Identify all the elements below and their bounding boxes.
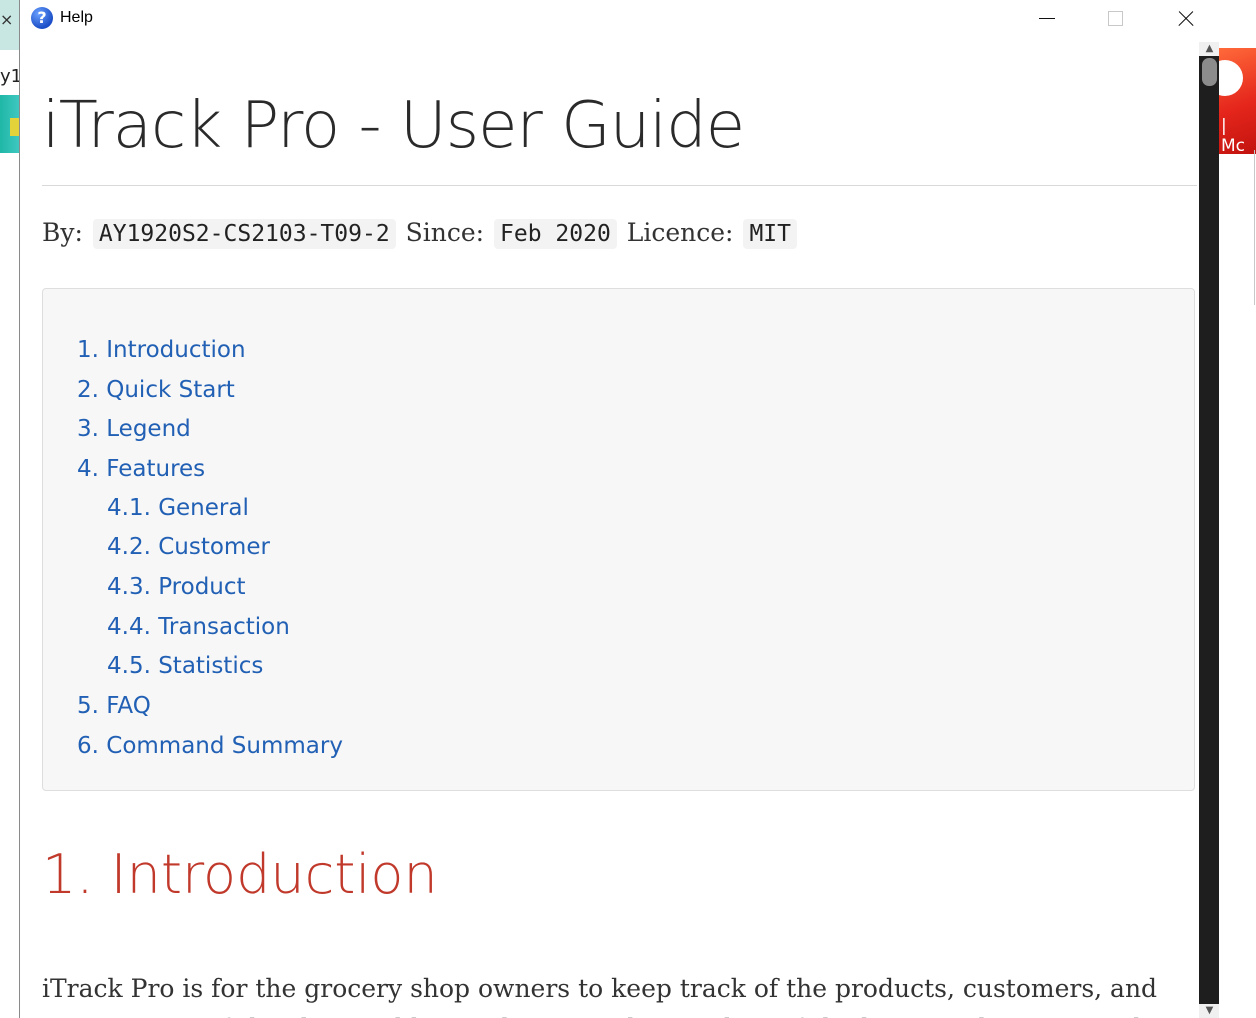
- table-of-contents: 1. Introduction 2. Quick Start 3. Legend…: [42, 288, 1195, 791]
- background-app-right: | Mc: [1219, 0, 1256, 1018]
- window-title: Help: [60, 9, 93, 26]
- toc-link-faq[interactable]: 5. FAQ: [77, 693, 151, 719]
- toc-link-transaction[interactable]: 4.4. Transaction: [107, 614, 290, 640]
- background-app-left: × y1: [0, 0, 19, 1018]
- licence-label: Licence:: [626, 218, 734, 247]
- vertical-scrollbar[interactable]: ▲ ▼: [1199, 42, 1219, 1018]
- by-label: By:: [42, 218, 83, 247]
- title-bar[interactable]: ? Help: [20, 0, 1219, 38]
- background-divider: [1254, 150, 1255, 305]
- licence-value: MIT: [743, 219, 797, 249]
- document-byline: By: AY1920S2-CS2103-T09-2 Since: Feb 202…: [42, 218, 799, 249]
- background-accent: [10, 118, 19, 136]
- toc-link-legend[interactable]: 3. Legend: [77, 416, 191, 442]
- toc-link-quick-start[interactable]: 2. Quick Start: [77, 377, 235, 403]
- toc-link-features[interactable]: 4. Features: [77, 456, 205, 482]
- team-code: AY1920S2-CS2103-T09-2: [92, 219, 396, 249]
- minimize-icon: [1039, 18, 1055, 19]
- document-viewport[interactable]: iTrack Pro - User Guide By: AY1920S2-CS2…: [20, 38, 1199, 1018]
- scroll-down-arrow-icon[interactable]: ▼: [1199, 1004, 1219, 1018]
- since-date: Feb 2020: [494, 219, 617, 249]
- toc-link-general[interactable]: 4.1. General: [107, 495, 249, 521]
- toc-link-statistics[interactable]: 4.5. Statistics: [107, 653, 263, 679]
- since-label: Since:: [405, 218, 485, 247]
- scrollbar-thumb[interactable]: [1202, 58, 1217, 86]
- scroll-up-arrow-icon[interactable]: ▲: [1199, 42, 1219, 56]
- page-title: iTrack Pro - User Guide: [42, 89, 745, 163]
- background-text-right: | Mc: [1221, 116, 1246, 156]
- toc-link-command-summary[interactable]: 6. Command Summary: [77, 733, 343, 759]
- title-divider: [42, 185, 1197, 186]
- toc-link-introduction[interactable]: 1. Introduction: [77, 337, 246, 363]
- help-window: ? Help iTrack Pro - User Guide By: AY192…: [19, 0, 1219, 1018]
- maximize-icon: [1108, 11, 1123, 26]
- introduction-paragraph: iTrack Pro is for the grocery shop owner…: [42, 974, 1164, 1018]
- minimize-button[interactable]: [1023, 0, 1069, 38]
- section-heading-introduction: 1. Introduction: [42, 843, 438, 906]
- background-text: y1: [0, 66, 19, 87]
- toc-link-product[interactable]: 4.3. Product: [107, 574, 246, 600]
- toc-link-customer[interactable]: 4.2. Customer: [107, 534, 270, 560]
- background-close-icon[interactable]: ×: [0, 10, 13, 29]
- maximize-button[interactable]: [1092, 0, 1138, 38]
- help-question-icon: ?: [31, 7, 53, 29]
- close-button[interactable]: [1162, 0, 1208, 38]
